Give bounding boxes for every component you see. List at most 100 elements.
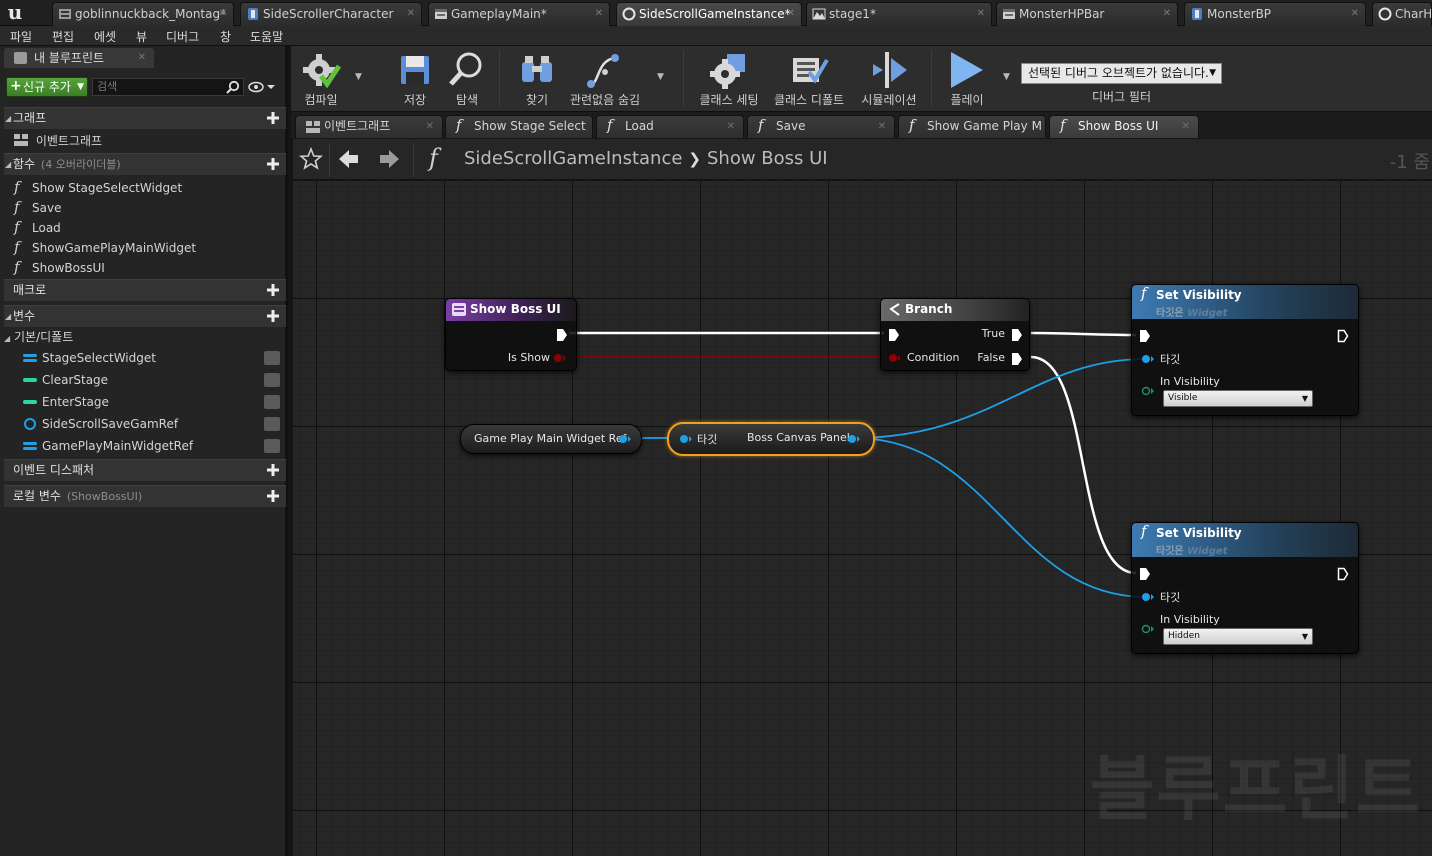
- tab-side-scroll-game-instance[interactable]: SideScrollGameInstance* ✕: [616, 2, 802, 26]
- object-out-pin[interactable]: [847, 434, 861, 444]
- visibility-eye-icon[interactable]: [264, 373, 280, 387]
- variable-category[interactable]: ◢ 기본/디폴트: [4, 327, 73, 347]
- variable-get-node-gameplay-main-widget-ref[interactable]: Game Play Main Widget Ref: [460, 424, 642, 454]
- function-item[interactable]: f Load: [14, 217, 61, 237]
- close-icon[interactable]: ✕: [407, 3, 415, 25]
- exec-in-pin[interactable]: [1139, 567, 1151, 581]
- object-in-pin[interactable]: [1141, 354, 1155, 364]
- variable-item[interactable]: ClearStage: [22, 370, 284, 390]
- graph-canvas[interactable]: Show Boss UI Is Show Branch True Conditi…: [293, 181, 1432, 856]
- visibility-dropdown[interactable]: Hidden ▼: [1163, 628, 1313, 645]
- add-local-variable-plus-icon[interactable]: [266, 489, 280, 503]
- exec-in-pin[interactable]: [1139, 329, 1151, 343]
- enum-in-pin[interactable]: [1141, 386, 1155, 396]
- menu-view[interactable]: 뷰: [136, 28, 147, 45]
- visibility-eye-icon[interactable]: [264, 395, 280, 409]
- unreal-logo[interactable]: u: [2, 1, 28, 25]
- set-visibility-node[interactable]: f Set Visibility 타깃은 Widget 타깃 In Visibi…: [1131, 522, 1359, 654]
- add-macro-plus-icon[interactable]: [266, 283, 280, 297]
- class-settings-button[interactable]: 클래스 세팅: [699, 48, 759, 108]
- exec-wire-false-to-setvis2[interactable]: [1030, 355, 1137, 575]
- breadcrumb-function[interactable]: Show Boss UI: [707, 148, 828, 169]
- object-out-pin[interactable]: [618, 434, 632, 444]
- section-macros[interactable]: 매크로: [4, 279, 286, 301]
- visibility-dropdown[interactable]: Visible ▼: [1163, 390, 1313, 407]
- my-blueprint-tab[interactable]: 내 블루프린트 ✕: [4, 48, 154, 68]
- close-icon[interactable]: ✕: [727, 116, 735, 137]
- tab-show-stage-select[interactable]: f Show Stage Select: [445, 115, 593, 138]
- tab-show-boss-ui[interactable]: f Show Boss UI ✕: [1049, 115, 1199, 138]
- menu-asset[interactable]: 에셋: [94, 28, 116, 45]
- object-in-pin[interactable]: [679, 434, 693, 444]
- bool-out-pin[interactable]: [553, 353, 567, 363]
- close-icon[interactable]: ✕: [1351, 3, 1359, 25]
- add-dispatcher-plus-icon[interactable]: [266, 463, 280, 477]
- browse-button[interactable]: 탐색: [447, 48, 487, 108]
- favorite-star-icon[interactable]: [299, 147, 323, 171]
- exec-out-false-pin[interactable]: [1011, 352, 1023, 366]
- close-icon[interactable]: ✕: [977, 3, 985, 25]
- back-arrow-icon[interactable]: [337, 147, 361, 171]
- section-functions[interactable]: ◢ 함수 (4 오버라이더블): [4, 153, 286, 175]
- close-icon[interactable]: ✕: [878, 116, 886, 137]
- tab-char-h[interactable]: CharH: [1372, 2, 1432, 26]
- hide-unrelated-chevron-icon[interactable]: ▼: [657, 72, 664, 82]
- tab-monster-hp-bar[interactable]: MonsterHPBar ✕: [996, 2, 1178, 26]
- variable-item[interactable]: EnterStage: [22, 392, 284, 412]
- variable-item[interactable]: SideScrollSaveGamRef: [22, 414, 284, 434]
- tab-gameplay-main[interactable]: GameplayMain* ✕: [428, 2, 610, 26]
- search-input[interactable]: 검색: [92, 78, 244, 96]
- object-wire-panel-to-setvis2[interactable]: [853, 437, 1147, 598]
- exec-wire-true-to-setvis1[interactable]: [1030, 331, 1137, 337]
- enum-in-pin[interactable]: [1141, 624, 1155, 634]
- set-visibility-node[interactable]: f Set Visibility 타깃은 Widget 타깃 In Visibi…: [1131, 284, 1359, 416]
- exec-out-pin[interactable]: [556, 328, 568, 342]
- tab-goblin-montage[interactable]: goblinnuckback_Montag* ✕: [52, 2, 234, 26]
- object-in-pin[interactable]: [1141, 592, 1155, 602]
- close-icon[interactable]: ✕: [787, 3, 795, 25]
- tab-stage1[interactable]: stage1* ✕: [806, 2, 992, 26]
- menu-file[interactable]: 파일: [10, 28, 32, 45]
- simulation-button[interactable]: 시뮬레이션: [861, 48, 917, 108]
- add-variable-plus-icon[interactable]: [266, 309, 280, 323]
- tab-side-scroller-character[interactable]: SideScrollerCharacter ✕: [240, 2, 422, 26]
- property-get-node-boss-canvas-panel[interactable]: 타깃 Boss Canvas Panel: [667, 422, 875, 456]
- visibility-eye-icon[interactable]: [264, 439, 280, 453]
- play-button[interactable]: 플레이: [947, 48, 987, 108]
- tab-show-game-play-main[interactable]: f Show Game Play M: [898, 115, 1046, 138]
- visibility-eye-icon[interactable]: [264, 417, 280, 431]
- play-options-chevron-icon[interactable]: ▼: [1003, 72, 1010, 82]
- variable-item[interactable]: GamePlayMainWidgetRef: [22, 436, 284, 456]
- search-icon[interactable]: [226, 80, 240, 94]
- section-graphs[interactable]: ◢ 그래프: [4, 107, 286, 129]
- branch-node[interactable]: Branch True Condition False: [880, 298, 1030, 371]
- menu-help[interactable]: 도움말: [250, 28, 283, 45]
- exec-out-true-pin[interactable]: [1011, 328, 1023, 342]
- tab-load[interactable]: f Load ✕: [596, 115, 744, 138]
- close-icon[interactable]: ✕: [1163, 3, 1171, 25]
- tab-event-graph[interactable]: 이벤트그래프 ✕: [295, 115, 443, 138]
- section-variables[interactable]: ◢ 변수: [4, 305, 286, 327]
- breadcrumb-class[interactable]: SideScrollGameInstance: [464, 148, 682, 169]
- view-options-eye-icon[interactable]: [248, 81, 276, 93]
- close-icon[interactable]: ✕: [219, 3, 227, 25]
- menu-window[interactable]: 창: [220, 28, 231, 45]
- compile-options-chevron-icon[interactable]: ▼: [355, 72, 362, 82]
- hide-unrelated-button[interactable]: 관련없음 숨김: [570, 48, 640, 108]
- tab-save[interactable]: f Save ✕: [747, 115, 895, 138]
- add-function-plus-icon[interactable]: [266, 157, 280, 171]
- forward-arrow-icon[interactable]: [377, 147, 401, 171]
- function-item[interactable]: f Show StageSelectWidget: [14, 177, 182, 197]
- close-icon[interactable]: ✕: [426, 116, 434, 137]
- section-event-dispatchers[interactable]: 이벤트 디스패처: [4, 459, 286, 481]
- add-graph-plus-icon[interactable]: [266, 111, 280, 125]
- menu-edit[interactable]: 편집: [52, 28, 74, 45]
- menu-debug[interactable]: 디버그: [166, 28, 199, 45]
- find-button[interactable]: 찾기: [517, 48, 557, 108]
- compile-button[interactable]: 컴파일: [299, 48, 343, 108]
- debug-object-select[interactable]: 선택된 디버그 오브젝트가 없습니다. ▼: [1021, 63, 1222, 84]
- exec-out-pin[interactable]: [1337, 329, 1349, 343]
- variable-item[interactable]: StageSelectWidget: [22, 348, 284, 368]
- bool-in-pin[interactable]: [888, 353, 902, 363]
- class-defaults-button[interactable]: 클래스 디폴트: [774, 48, 844, 108]
